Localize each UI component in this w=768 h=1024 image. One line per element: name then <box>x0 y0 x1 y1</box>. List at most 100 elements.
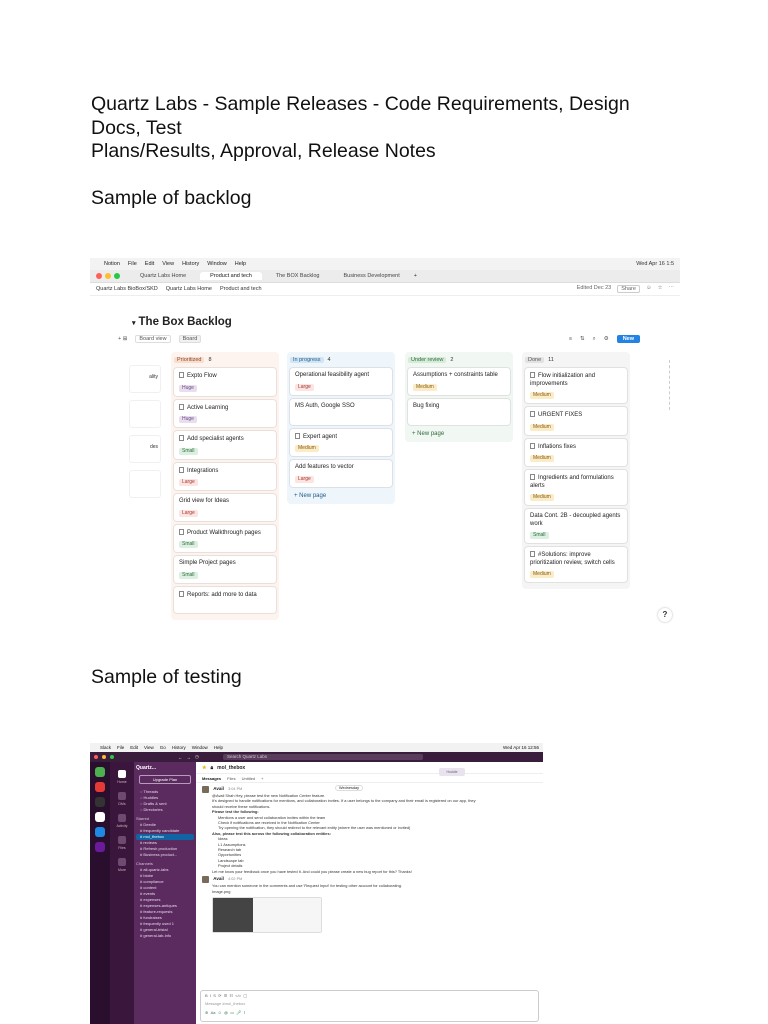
history-icon[interactable]: ◷ <box>195 754 199 760</box>
menu-item[interactable]: View <box>144 745 154 750</box>
search-input[interactable]: Search Quartz Labs <box>222 754 423 760</box>
list-item[interactable]: des <box>130 436 160 462</box>
board-card[interactable]: Inflations fixes Medium <box>525 438 627 466</box>
search-icon[interactable]: ⌕ <box>593 336 596 343</box>
new-button[interactable]: New <box>616 335 640 343</box>
date-divider[interactable]: Wednesday <box>335 785 363 791</box>
close-dot-icon[interactable] <box>96 273 102 279</box>
workspace-icon[interactable] <box>95 782 105 792</box>
workspace-icon[interactable] <box>95 767 105 777</box>
home-icon[interactable] <box>118 770 126 778</box>
workspace-icon[interactable] <box>95 797 105 807</box>
minimize-dot-icon[interactable] <box>102 755 106 759</box>
star-icon[interactable]: ★ <box>202 765 206 771</box>
board-card[interactable]: Bug fixing <box>408 398 510 425</box>
image-attachment[interactable] <box>212 896 322 933</box>
tab-box-backlog[interactable]: The BOX Backlog <box>266 272 330 280</box>
message-time[interactable]: 3:04 PM <box>228 787 242 791</box>
more-icon[interactable] <box>118 858 126 866</box>
add-view-icon[interactable]: + ⊞ <box>118 336 127 342</box>
zoom-dot-icon[interactable] <box>114 273 120 279</box>
menu-item[interactable]: Window <box>192 745 208 750</box>
board-card[interactable]: URGENT FIXES Medium <box>525 407 627 435</box>
collapse-icon[interactable]: ▾ <box>132 320 136 327</box>
sidebar-item[interactable]: ◌ Directories <box>136 807 194 813</box>
activity-icon[interactable] <box>118 814 126 822</box>
menu-item[interactable]: Window <box>207 261 227 267</box>
message-composer[interactable]: B I S ⟳ ☰ ☷ </> ▢ Message #mol_thebox ⊕ … <box>200 990 539 1022</box>
board-card[interactable]: Grid view for Ideas Large <box>174 494 276 521</box>
zoom-dot-icon[interactable] <box>110 755 114 759</box>
upgrade-plan-button[interactable]: Upgrade Plan <box>139 775 191 784</box>
tab-business-development[interactable]: Business Development <box>333 272 409 280</box>
board-card[interactable]: Add specialist agents Small <box>174 431 276 459</box>
menu-item[interactable]: File <box>128 261 137 267</box>
board-card[interactable]: Expert agent Medium <box>290 428 392 456</box>
sidebar-item[interactable]: # Business product... <box>136 852 194 858</box>
star-icon[interactable]: ☆ <box>658 285 663 293</box>
message-input[interactable]: Message #mol_thebox <box>205 1001 534 1006</box>
new-tab-icon[interactable]: + <box>414 273 417 279</box>
column-status-chip[interactable]: Under review <box>408 357 447 363</box>
files-icon[interactable] <box>118 836 126 844</box>
close-dot-icon[interactable] <box>94 755 98 759</box>
message-author[interactable]: Avail <box>213 876 224 881</box>
board-card[interactable]: Active Learning Huge <box>174 399 276 427</box>
back-icon[interactable]: ← <box>178 755 183 760</box>
huddle-button[interactable]: Huddle <box>439 768 465 776</box>
board-card[interactable]: Assumptions + constraints table Medium <box>408 368 510 395</box>
breadcrumb-item[interactable]: Product and tech <box>220 286 262 292</box>
message-time[interactable]: 4:02 PM <box>228 877 242 881</box>
board-card[interactable]: Operational feasibility agent Large <box>290 368 392 395</box>
help-icon[interactable]: ? <box>658 608 672 622</box>
avatar[interactable] <box>202 786 209 793</box>
board-card[interactable]: Ingredients and formulations alerts Mediu… <box>525 470 627 505</box>
board-card[interactable]: Simple Project pages Small <box>174 556 276 583</box>
tab-untitled[interactable]: Untitled <box>242 776 256 781</box>
list-item[interactable] <box>130 471 160 497</box>
sidebar-item[interactable]: # general-lab-info <box>136 933 194 939</box>
board-card[interactable]: MS Auth, Google SSO <box>290 398 392 425</box>
column-status-chip[interactable]: In progress <box>290 357 324 363</box>
workspace-icon[interactable] <box>95 812 105 822</box>
breadcrumb-item[interactable]: Quartz Labs BioBox/SKD <box>96 286 158 292</box>
dms-icon[interactable] <box>118 792 126 800</box>
board-card[interactable]: Expto Flow Huge <box>174 368 276 396</box>
menu-item[interactable]: Edit <box>130 745 138 750</box>
scrollbar[interactable] <box>666 360 670 410</box>
view-tab-board[interactable]: Board <box>178 335 202 343</box>
forward-icon[interactable]: → <box>187 755 192 760</box>
menu-item[interactable]: View <box>162 261 174 267</box>
avatar[interactable] <box>202 876 209 884</box>
board-card[interactable]: Reports: add more to data <box>174 586 276 613</box>
attachment-name[interactable]: Image.png <box>202 889 537 894</box>
tab-files[interactable]: Files <box>227 776 235 781</box>
comment-icon[interactable]: ☺ <box>646 285 652 293</box>
new-page-button[interactable]: + New page <box>408 429 510 439</box>
board-card[interactable]: Integrations Large <box>174 462 276 490</box>
add-tab-icon[interactable]: + <box>261 776 263 781</box>
message-author[interactable]: Avail <box>213 786 224 791</box>
menu-item[interactable]: History <box>182 261 199 267</box>
tab-product-and-tech[interactable]: Product and tech <box>200 272 262 280</box>
menu-item[interactable]: Edit <box>145 261 154 267</box>
workspace-name[interactable]: Quartz... <box>136 765 194 771</box>
board-card[interactable]: Data Cont. 2B - decoupled agents work Sma… <box>525 509 627 543</box>
column-status-chip[interactable]: Done <box>525 357 545 363</box>
menu-item[interactable]: History <box>172 745 186 750</box>
new-page-button[interactable]: + New page <box>290 491 392 501</box>
workspace-icon[interactable] <box>95 842 105 852</box>
menu-item[interactable]: Notion <box>104 261 120 267</box>
board-card[interactable]: Add features to vector Large <box>290 460 392 487</box>
breadcrumb-item[interactable]: Quartz Labs Home <box>166 286 212 292</box>
list-item[interactable]: ality <box>130 366 160 392</box>
board-card[interactable]: Product Walkthrough pages Small <box>174 524 276 552</box>
tab-home[interactable]: Quartz Labs Home <box>130 272 196 280</box>
board-card[interactable]: #Solutions: improve prioritization revie… <box>525 547 627 582</box>
board-card[interactable]: Flow initialization and improvements Medi… <box>525 368 627 403</box>
menu-item[interactable]: Help <box>214 745 223 750</box>
settings-icon[interactable]: ⚙ <box>604 336 609 342</box>
menu-item[interactable]: Go <box>160 745 166 750</box>
minimize-dot-icon[interactable] <box>105 273 111 279</box>
list-item[interactable] <box>130 401 160 427</box>
